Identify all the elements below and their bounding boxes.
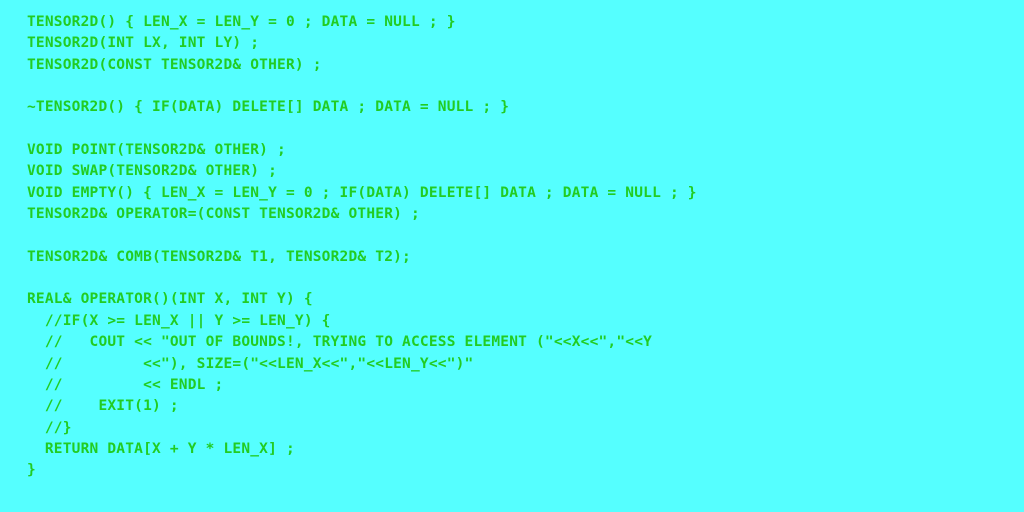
code-line: // COUT << "OUT OF BOUNDS!, TRYING TO AC… bbox=[27, 334, 653, 351]
code-line: ~TENSOR2D() { IF(DATA) DELETE[] DATA ; D… bbox=[27, 99, 510, 116]
code-line: // <<"), SIZE=("<<LEN_X<<","<<LEN_Y<<")" bbox=[27, 355, 474, 372]
code-line: TENSOR2D() { LEN_X = LEN_Y = 0 ; DATA = … bbox=[27, 14, 456, 30]
code-line: VOID POINT(TENSOR2D& OTHER) ; bbox=[27, 142, 286, 159]
code-line: VOID EMPTY() { LEN_X = LEN_Y = 0 ; IF(DA… bbox=[27, 184, 697, 201]
code-line: // << ENDL ; bbox=[27, 376, 224, 393]
code-line: REAL& OPERATOR()(INT X, INT Y) { bbox=[27, 291, 313, 308]
code-line: TENSOR2D& OPERATOR=(CONST TENSOR2D& OTHE… bbox=[27, 206, 420, 223]
code-line: // EXIT(1) ; bbox=[27, 398, 179, 415]
code-line: TENSOR2D& COMB(TENSOR2D& T1, TENSOR2D& T… bbox=[27, 248, 411, 265]
code-line: RETURN DATA[X + Y * LEN_X] ; bbox=[27, 440, 295, 457]
code-editor-screen: TENSOR2D() { LEN_X = LEN_Y = 0 ; DATA = … bbox=[0, 0, 1024, 512]
code-line: //} bbox=[27, 419, 72, 436]
code-line: TENSOR2D(INT LX, INT LY) ; bbox=[27, 35, 260, 52]
code-line: VOID SWAP(TENSOR2D& OTHER) ; bbox=[27, 163, 278, 180]
code-line: TENSOR2D(CONST TENSOR2D& OTHER) ; bbox=[27, 56, 322, 73]
code-line: } bbox=[27, 462, 36, 479]
code-line: //IF(X >= LEN_X || Y >= LEN_Y) { bbox=[27, 312, 331, 329]
